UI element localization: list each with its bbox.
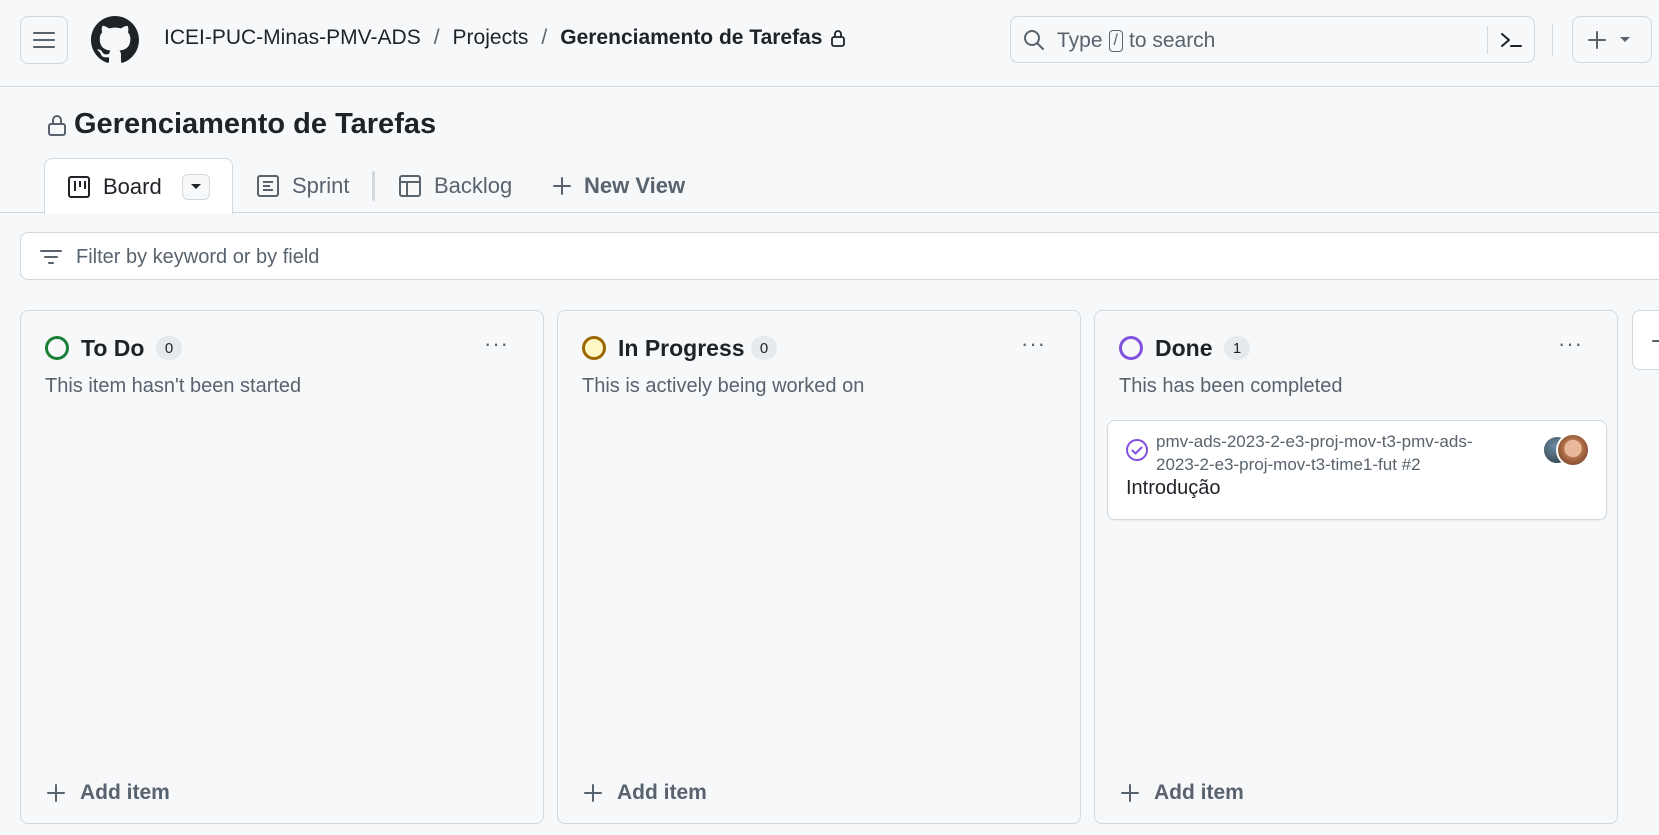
column-menu-button[interactable]: ··· (1021, 331, 1046, 357)
table-icon (257, 174, 279, 197)
command-palette-icon[interactable] (1499, 29, 1523, 51)
new-view-button[interactable]: New View (552, 158, 685, 213)
card-repository-link[interactable]: pmv-ads-2023-2-e3-proj-mov-t3-pmv-ads-20… (1156, 430, 1496, 476)
plus-icon (553, 176, 571, 195)
column-menu-button[interactable]: ··· (1558, 331, 1583, 357)
plus-icon (47, 784, 65, 802)
breadcrumb-separator: / (433, 26, 440, 49)
add-item-button[interactable]: Add item (583, 781, 707, 805)
page-title: Gerenciamento de Tarefas (46, 108, 436, 141)
tab-board[interactable]: Board (44, 158, 233, 214)
board-column-done: Done 1 ··· This has been completed pmv-a… (1094, 310, 1618, 824)
column-description: This is actively being worked on (582, 375, 865, 397)
board-column-in-progress: In Progress 0 ··· This is actively being… (557, 310, 1081, 824)
filter-placeholder: Filter by keyword or by field (76, 246, 320, 268)
filter-input[interactable]: Filter by keyword or by field (20, 232, 1659, 280)
breadcrumb-projects[interactable]: Projects (453, 26, 529, 50)
board-column-todo: To Do 0 ··· This item hasn't been starte… (20, 310, 544, 824)
status-done-icon (1119, 336, 1143, 360)
add-item-button[interactable]: Add item (1120, 781, 1244, 805)
add-item-label: Add item (617, 781, 707, 804)
board-card[interactable]: pmv-ads-2023-2-e3-proj-mov-t3-pmv-ads-20… (1107, 420, 1607, 520)
issue-closed-icon (1126, 439, 1148, 461)
lock-icon (48, 114, 66, 136)
search-placeholder-suffix: to search (1128, 29, 1216, 52)
tab-backlog[interactable]: Backlog (398, 158, 512, 213)
tab-board-menu-button[interactable] (182, 174, 210, 200)
column-menu-button[interactable]: ··· (484, 331, 509, 357)
search-input[interactable]: Type / to search (1010, 16, 1535, 63)
column-description: This has been completed (1119, 375, 1343, 397)
status-todo-icon (45, 336, 69, 360)
breadcrumb: ICEI-PUC-Minas-PMV-ADS / Projects / Gere… (164, 26, 846, 50)
plus-icon (584, 784, 602, 802)
search-placeholder: Type / to search (1057, 29, 1215, 53)
lock-icon (830, 29, 846, 47)
add-item-button[interactable]: Add item (46, 781, 170, 805)
hamburger-icon (33, 32, 55, 48)
header-divider (1552, 24, 1553, 56)
tab-separator (372, 171, 375, 201)
card-title[interactable]: Introdução (1126, 477, 1221, 500)
app-header: ICEI-PUC-Minas-PMV-ADS / Projects / Gere… (0, 0, 1659, 87)
tab-sprint[interactable]: Sprint (256, 158, 349, 213)
search-icon (1024, 30, 1044, 50)
assignee-avatar[interactable] (1556, 433, 1590, 467)
column-title: To Do (81, 335, 145, 361)
status-in-progress-icon (582, 336, 606, 360)
column-count-badge: 0 (156, 336, 182, 360)
filter-icon (40, 250, 62, 264)
add-item-label: Add item (80, 781, 170, 804)
triangle-down-icon (191, 184, 201, 189)
plus-icon (1588, 30, 1606, 49)
grid-icon (399, 174, 421, 197)
add-item-label: Add item (1154, 781, 1244, 804)
tab-sprint-label: Sprint (292, 172, 350, 198)
breadcrumb-org[interactable]: ICEI-PUC-Minas-PMV-ADS (164, 26, 421, 50)
project-title: Gerenciamento de Tarefas (74, 108, 437, 140)
plus-icon (1121, 784, 1139, 802)
new-view-label: New View (584, 172, 686, 198)
github-logo-icon[interactable] (91, 16, 139, 64)
search-divider (1487, 26, 1488, 54)
breadcrumb-current-project[interactable]: Gerenciamento de Tarefas (560, 26, 822, 50)
triangle-down-icon (1620, 36, 1630, 42)
search-shortcut-key: / (1108, 30, 1123, 52)
column-title: Done (1155, 335, 1213, 361)
column-title: In Progress (618, 335, 745, 361)
tab-board-label: Board (103, 173, 162, 199)
plus-icon (1652, 340, 1659, 342)
column-count-badge: 1 (1224, 336, 1250, 360)
tab-backlog-label: Backlog (434, 172, 513, 198)
search-placeholder-prefix: Type (1057, 29, 1103, 52)
board-icon (68, 175, 90, 198)
menu-button[interactable] (20, 16, 68, 64)
column-description: This item hasn't been started (45, 375, 302, 397)
view-tabs: Board Sprint Backlog New View (0, 158, 1659, 214)
breadcrumb-separator: / (541, 26, 548, 49)
create-new-button[interactable] (1572, 16, 1652, 63)
add-column-button[interactable] (1632, 310, 1659, 370)
column-count-badge: 0 (751, 336, 777, 360)
